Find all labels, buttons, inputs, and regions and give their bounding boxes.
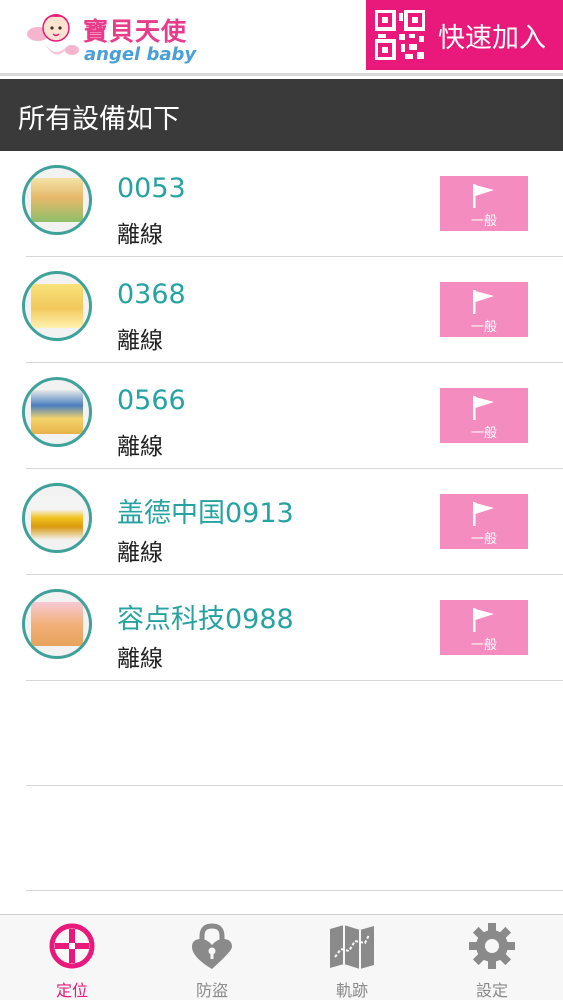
- bottom-tab-bar: 定位 防盜 軌跡 設定: [0, 914, 563, 1000]
- flag-icon: [473, 396, 494, 420]
- avatar-photo: [31, 178, 83, 222]
- tab-label: 定位: [55, 981, 88, 1000]
- device-row-0053[interactable]: 0053 離線 一般: [0, 151, 563, 256]
- mode-button-label: 一般: [470, 320, 497, 335]
- page-title: 所有設備如下: [18, 104, 180, 135]
- avatar-photo: [31, 390, 83, 434]
- quick-add-button[interactable]: 快速加入: [366, 0, 563, 70]
- flag-icon: [473, 502, 494, 526]
- device-avatar: [22, 589, 92, 659]
- device-name: 盖德中国0913: [117, 498, 294, 529]
- tab-label: 設定: [475, 981, 508, 1000]
- row-divider: [26, 785, 563, 786]
- locate-icon: [49, 923, 95, 969]
- device-avatar: [22, 377, 92, 447]
- quick-add-label: 快速加入: [438, 23, 546, 54]
- mode-button-label: 一般: [470, 638, 497, 653]
- device-row-0913[interactable]: 盖德中国0913 離線 一般: [0, 469, 563, 574]
- logo-subtitle: angel baby: [84, 44, 197, 65]
- avatar-photo: [31, 602, 83, 646]
- device-name: 0368: [117, 279, 186, 310]
- flag-icon: [473, 184, 494, 208]
- tab-antitheft[interactable]: 防盜: [142, 915, 282, 1000]
- mode-button[interactable]: 一般: [440, 494, 528, 549]
- tab-locate[interactable]: 定位: [2, 915, 142, 1000]
- device-status: 離線: [117, 222, 163, 248]
- map-icon: [330, 925, 374, 969]
- device-name: 容点科技0988: [117, 604, 294, 635]
- gear-icon: [469, 923, 515, 969]
- device-name: 0566: [117, 385, 186, 416]
- row-divider: [26, 890, 563, 891]
- device-avatar: [22, 483, 92, 553]
- qr-code-icon: [375, 10, 425, 60]
- device-row-0566[interactable]: 0566 離線 一般: [0, 363, 563, 468]
- page-title-bar: 所有設備如下: [0, 79, 563, 151]
- avatar-photo: [31, 496, 83, 540]
- mode-button-label: 一般: [470, 532, 497, 547]
- flag-icon: [473, 608, 494, 632]
- tab-label: 防盜: [195, 981, 228, 1000]
- device-avatar: [22, 271, 92, 341]
- mode-button-label: 一般: [470, 214, 497, 229]
- device-name: 0053: [117, 173, 186, 204]
- mode-button-label: 一般: [470, 426, 497, 441]
- device-row-0368[interactable]: 0368 離線 一般: [0, 257, 563, 362]
- row-divider: [26, 680, 563, 681]
- device-row-0988[interactable]: 容点科技0988 離線 一般: [0, 575, 563, 680]
- app-logo: 寶貝天使 angel baby: [26, 6, 206, 68]
- flag-icon: [473, 290, 494, 314]
- lock-icon: [192, 923, 232, 969]
- app-header: 寶貝天使 angel baby 快速加入: [0, 0, 563, 76]
- mode-button[interactable]: 一般: [440, 600, 528, 655]
- avatar-photo: [31, 284, 83, 328]
- device-status: 離線: [117, 540, 163, 566]
- mode-button[interactable]: 一般: [440, 388, 528, 443]
- logo-title: 寶貝天使: [83, 17, 188, 46]
- mode-button[interactable]: 一般: [440, 176, 528, 231]
- device-avatar: [22, 165, 92, 235]
- angel-logo-icon: [27, 14, 79, 55]
- device-status: 離線: [117, 646, 163, 672]
- mode-button[interactable]: 一般: [440, 282, 528, 337]
- device-status: 離線: [117, 328, 163, 354]
- tab-track[interactable]: 軌跡: [282, 915, 422, 1000]
- tab-settings[interactable]: 設定: [422, 915, 562, 1000]
- device-status: 離線: [117, 434, 163, 460]
- tab-label: 軌跡: [335, 981, 368, 1000]
